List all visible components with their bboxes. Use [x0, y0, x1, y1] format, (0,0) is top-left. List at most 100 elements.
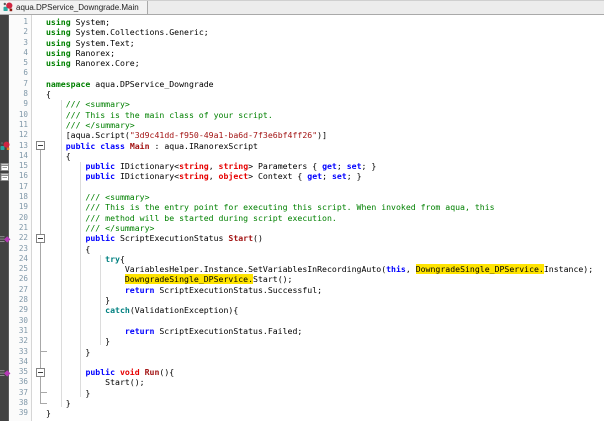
- code-line[interactable]: 26 DowngradeSingle_DPService.Start();: [0, 274, 604, 284]
- code-line[interactable]: 19 /// This is the entry point for execu…: [0, 202, 604, 212]
- code-text: {: [46, 244, 90, 254]
- code-text: public IDictionary<string, object> Conte…: [46, 171, 362, 181]
- code-text: VariablesHelper.Instance.SetVariablesInR…: [46, 264, 593, 274]
- code-line[interactable]: 31 return ScriptExecutionStatus.Failed;: [0, 326, 604, 336]
- code-line[interactable]: 35 public void Run(){: [0, 367, 604, 377]
- code-area[interactable]: 1using System;2 using System.Collections.…: [0, 17, 604, 419]
- code-line[interactable]: 1using System;: [0, 17, 604, 27]
- code-line[interactable]: 3using System.Text;: [0, 38, 604, 48]
- search-highlight: DowngradeSingle_DPService.: [125, 274, 253, 284]
- fold-collapse-button[interactable]: [36, 141, 45, 150]
- code-line[interactable]: 12 [aqua.Script("3d9c41dd-f950-49a1-ba6d…: [0, 130, 604, 140]
- code-line[interactable]: 28 }: [0, 295, 604, 305]
- line-number: 26: [9, 274, 28, 284]
- code-text: }: [46, 398, 71, 408]
- code-line[interactable]: 2 using System.Collections.Generic;: [0, 27, 604, 37]
- line-number: 10: [9, 110, 28, 120]
- line-number: 18: [9, 192, 28, 202]
- line-number: 25: [9, 264, 28, 274]
- line-number: 39: [9, 408, 28, 418]
- fold-collapse-button[interactable]: [36, 368, 45, 377]
- code-line[interactable]: 29 catch(ValidationException){: [0, 305, 604, 315]
- code-text: {: [46, 89, 51, 99]
- line-number: 27: [9, 285, 28, 295]
- code-line[interactable]: 37 }: [0, 388, 604, 398]
- code-line[interactable]: 9 /// <summary>: [0, 99, 604, 109]
- fold-end-marker: [40, 403, 47, 404]
- code-text: return ScriptExecutionStatus.Failed;: [46, 326, 302, 336]
- line-number: 12: [9, 130, 28, 140]
- line-number: 2: [9, 27, 28, 37]
- line-number: 22: [9, 233, 28, 243]
- line-number: 4: [9, 48, 28, 58]
- code-text: /// This is the entry point for executin…: [46, 202, 495, 212]
- tab-aqua-dpservice-downgrade-main[interactable]: aqua.DPService_Downgrade.Main: [0, 1, 148, 14]
- code-text: catch(ValidationException){: [46, 305, 238, 315]
- code-line[interactable]: 13 public class Main : aqua.IRanorexScri…: [0, 141, 604, 151]
- code-line[interactable]: 5using Ranorex.Core;: [0, 58, 604, 68]
- code-line[interactable]: 8{: [0, 89, 604, 99]
- code-text: /// <summary>: [46, 99, 130, 109]
- code-text: using Ranorex.Core;: [46, 58, 140, 68]
- code-line[interactable]: 24 try{: [0, 254, 604, 264]
- code-line[interactable]: 6: [0, 68, 604, 78]
- code-text: using System;: [46, 17, 110, 27]
- code-text: public ScriptExecutionStatus Start(): [46, 233, 263, 243]
- code-editor[interactable]: 1using System;2 using System.Collections.…: [0, 15, 604, 429]
- code-line[interactable]: 30: [0, 316, 604, 326]
- line-number: 37: [9, 388, 28, 398]
- code-line[interactable]: 16 public IDictionary<string, object> Co…: [0, 171, 604, 181]
- line-number: 36: [9, 377, 28, 387]
- code-text: using Ranorex;: [46, 48, 115, 58]
- line-number: 23: [9, 244, 28, 254]
- method-icon: [0, 234, 11, 244]
- code-line[interactable]: 7 namespace aqua.DPService_Downgrade: [0, 79, 604, 89]
- code-text: namespace aqua.DPService_Downgrade: [46, 79, 214, 89]
- code-text: DowngradeSingle_DPService.Start();: [46, 274, 292, 284]
- line-number: 6: [9, 68, 28, 78]
- code-line[interactable]: 21 /// </summary>: [0, 223, 604, 233]
- fold-collapse-button[interactable]: [36, 234, 45, 243]
- line-number: 13: [9, 141, 28, 151]
- code-text: /// method will be started during script…: [46, 213, 337, 223]
- code-line[interactable]: 27 return ScriptExecutionStatus.Successf…: [0, 285, 604, 295]
- line-number: 21: [9, 223, 28, 233]
- line-number: 30: [9, 316, 28, 326]
- code-text: {: [46, 151, 71, 161]
- code-line[interactable]: 39}: [0, 408, 604, 418]
- indent-guide: [80, 162, 81, 397]
- code-line[interactable]: 33 }: [0, 347, 604, 357]
- code-line[interactable]: 4 using Ranorex;: [0, 48, 604, 58]
- line-number: 16: [9, 171, 28, 181]
- code-line[interactable]: 14 {: [0, 151, 604, 161]
- code-line[interactable]: 23 {: [0, 244, 604, 254]
- code-line[interactable]: 20 /// method will be started during scr…: [0, 213, 604, 223]
- indent-guide: [61, 100, 62, 407]
- script-icon: [0, 141, 11, 151]
- tab-bar: aqua.DPService_Downgrade.Main: [0, 0, 604, 15]
- fold-end-marker: [40, 351, 47, 352]
- code-line[interactable]: 32 }: [0, 336, 604, 346]
- indent-guide: [100, 255, 101, 345]
- code-line[interactable]: 11 /// </summary>: [0, 120, 604, 130]
- code-text: /// This is the main class of your scrip…: [46, 110, 273, 120]
- line-number: 31: [9, 326, 28, 336]
- line-number: 28: [9, 295, 28, 305]
- line-number: 9: [9, 99, 28, 109]
- line-number: 14: [9, 151, 28, 161]
- code-line[interactable]: 15 public IDictionary<string, string> Pa…: [0, 161, 604, 171]
- line-number: 17: [9, 182, 28, 192]
- line-number: 7: [9, 79, 28, 89]
- code-line[interactable]: 18 /// <summary>: [0, 192, 604, 202]
- code-line[interactable]: 38 }: [0, 398, 604, 408]
- fold-line: [40, 150, 41, 403]
- code-text: try{: [46, 254, 125, 264]
- code-line[interactable]: 34: [0, 357, 604, 367]
- code-line[interactable]: 25 VariablesHelper.Instance.SetVariables…: [0, 264, 604, 274]
- code-line[interactable]: 36 Start();: [0, 377, 604, 387]
- code-text: public IDictionary<string, string> Param…: [46, 161, 376, 171]
- code-line[interactable]: 22 public ScriptExecutionStatus Start(): [0, 233, 604, 243]
- code-line[interactable]: 17: [0, 182, 604, 192]
- code-text: using System.Collections.Generic;: [46, 27, 209, 37]
- code-line[interactable]: 10 /// This is the main class of your sc…: [0, 110, 604, 120]
